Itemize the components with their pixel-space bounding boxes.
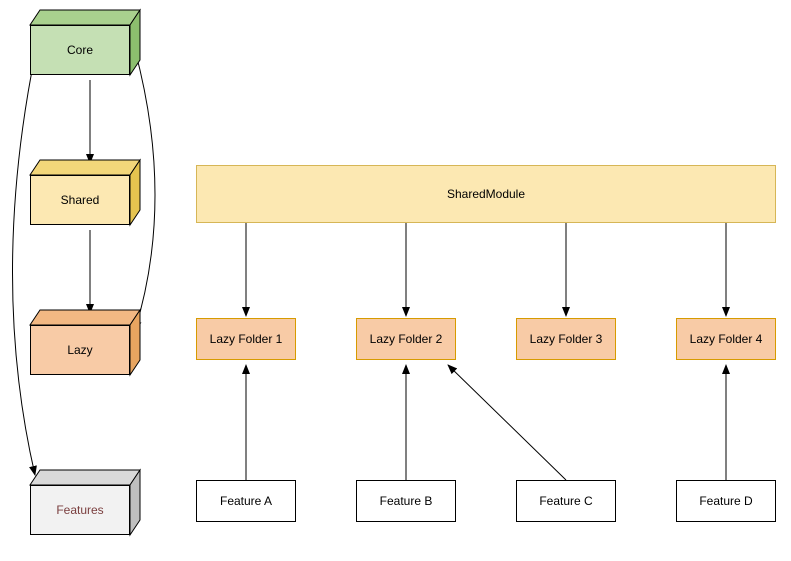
- shared-module-box: SharedModule: [196, 165, 776, 223]
- lazy-folder-1: Lazy Folder 1: [196, 318, 296, 360]
- cube-shared: Shared: [30, 160, 140, 230]
- feature-c-box: Feature C: [516, 480, 616, 522]
- feature-c-label: Feature C: [539, 494, 592, 508]
- cube-shared-label: Shared: [61, 193, 100, 207]
- feature-b-box: Feature B: [356, 480, 456, 522]
- cube-lazy-label: Lazy: [67, 343, 92, 357]
- arrow-featC-lazy2: [448, 365, 566, 480]
- lazy-folder-2: Lazy Folder 2: [356, 318, 456, 360]
- lazy-folder-3-label: Lazy Folder 3: [530, 332, 603, 346]
- arrow-core-features: [13, 55, 36, 475]
- cube-core-label: Core: [67, 43, 93, 57]
- cube-lazy: Lazy: [30, 310, 140, 380]
- cube-features-label: Features: [56, 503, 103, 517]
- cube-features: Features: [30, 470, 140, 540]
- cube-core: Core: [30, 10, 140, 80]
- lazy-folder-2-label: Lazy Folder 2: [370, 332, 443, 346]
- feature-a-label: Feature A: [220, 494, 272, 508]
- lazy-folder-3: Lazy Folder 3: [516, 318, 616, 360]
- feature-d-label: Feature D: [699, 494, 752, 508]
- lazy-folder-1-label: Lazy Folder 1: [210, 332, 283, 346]
- lazy-folder-4: Lazy Folder 4: [676, 318, 776, 360]
- feature-a-box: Feature A: [196, 480, 296, 522]
- lazy-folder-4-label: Lazy Folder 4: [690, 332, 763, 346]
- feature-b-label: Feature B: [380, 494, 433, 508]
- feature-d-box: Feature D: [676, 480, 776, 522]
- shared-module-label: SharedModule: [447, 187, 525, 201]
